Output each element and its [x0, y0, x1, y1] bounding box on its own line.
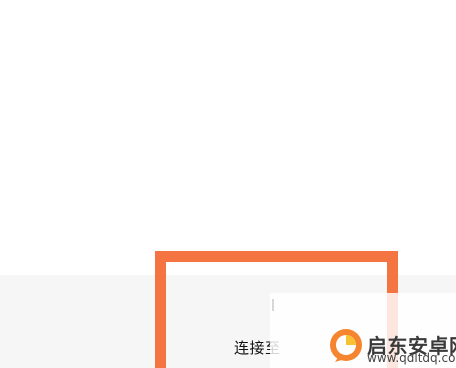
screen: 连接至 启东安卓网 www.qdltdq.com [0, 0, 456, 368]
watermark-url: www.qdltdq.com [367, 351, 456, 365]
watermark-logo-icon [327, 326, 365, 364]
blank-content-area [0, 0, 456, 275]
